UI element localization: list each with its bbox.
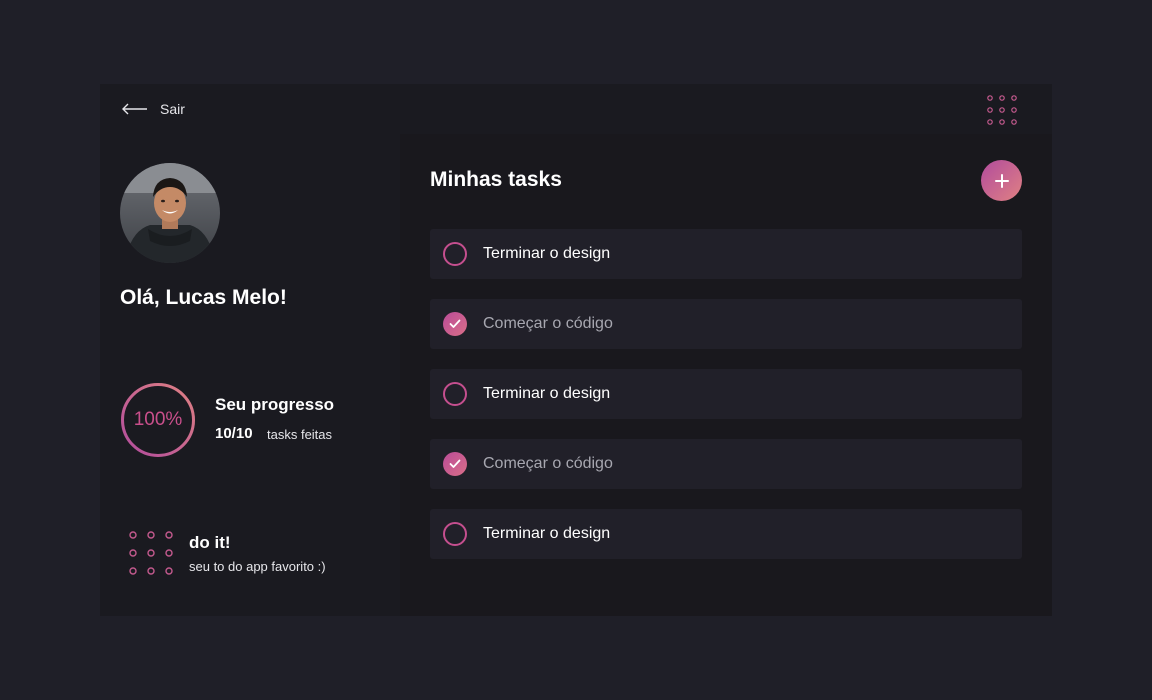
greeting-heading: Olá, Lucas Melo! xyxy=(120,286,287,309)
plus-icon xyxy=(994,173,1009,188)
tasks-panel: Minhas tasks Terminar o design Começar o… xyxy=(400,134,1052,616)
task-item[interactable]: Começar o código xyxy=(430,299,1022,349)
task-label: Começar o código xyxy=(483,315,613,332)
progress-suffix: tasks feitas xyxy=(267,427,333,442)
topbar: Sair xyxy=(100,84,1052,134)
avatar xyxy=(120,163,220,263)
task-label: Terminar o design xyxy=(483,385,611,402)
task-item[interactable]: Terminar o design xyxy=(430,369,1022,419)
logout-button[interactable]: Sair xyxy=(122,99,185,119)
task-checkbox[interactable] xyxy=(443,382,467,406)
arrow-left-icon xyxy=(122,103,147,115)
task-label: Terminar o design xyxy=(483,245,611,262)
progress-count: 10/10 xyxy=(215,425,253,442)
task-checkbox[interactable] xyxy=(443,452,467,476)
sidebar: Olá, Lucas Melo! 100% Seu progresso 10/1… xyxy=(100,134,400,616)
progress-percent: 100% xyxy=(133,409,183,430)
logout-label: Sair xyxy=(160,101,185,117)
task-item[interactable]: Terminar o design xyxy=(430,509,1022,559)
tasks-title: Minhas tasks xyxy=(430,168,562,191)
check-icon xyxy=(449,319,461,328)
dots-grid-icon[interactable] xyxy=(986,95,1018,125)
avatar-photo xyxy=(120,163,220,263)
task-list: Terminar o design Começar o código Termi… xyxy=(430,229,1022,579)
add-task-button[interactable] xyxy=(981,160,1022,201)
check-icon xyxy=(449,459,461,468)
task-checkbox[interactable] xyxy=(443,242,467,266)
dots-grid-icon xyxy=(129,531,173,575)
task-item[interactable]: Terminar o design xyxy=(430,229,1022,279)
task-label: Começar o código xyxy=(483,455,613,472)
task-item[interactable]: Começar o código xyxy=(430,439,1022,489)
task-checkbox[interactable] xyxy=(443,522,467,546)
brand-tagline: seu to do app favorito :) xyxy=(189,559,326,574)
brand-name: do it! xyxy=(189,533,231,552)
task-label: Terminar o design xyxy=(483,525,611,542)
progress-title: Seu progresso xyxy=(215,395,335,414)
app-window: Sair Olá, Lucas Melo! 100% Seu progresso… xyxy=(100,84,1052,616)
task-checkbox[interactable] xyxy=(443,312,467,336)
